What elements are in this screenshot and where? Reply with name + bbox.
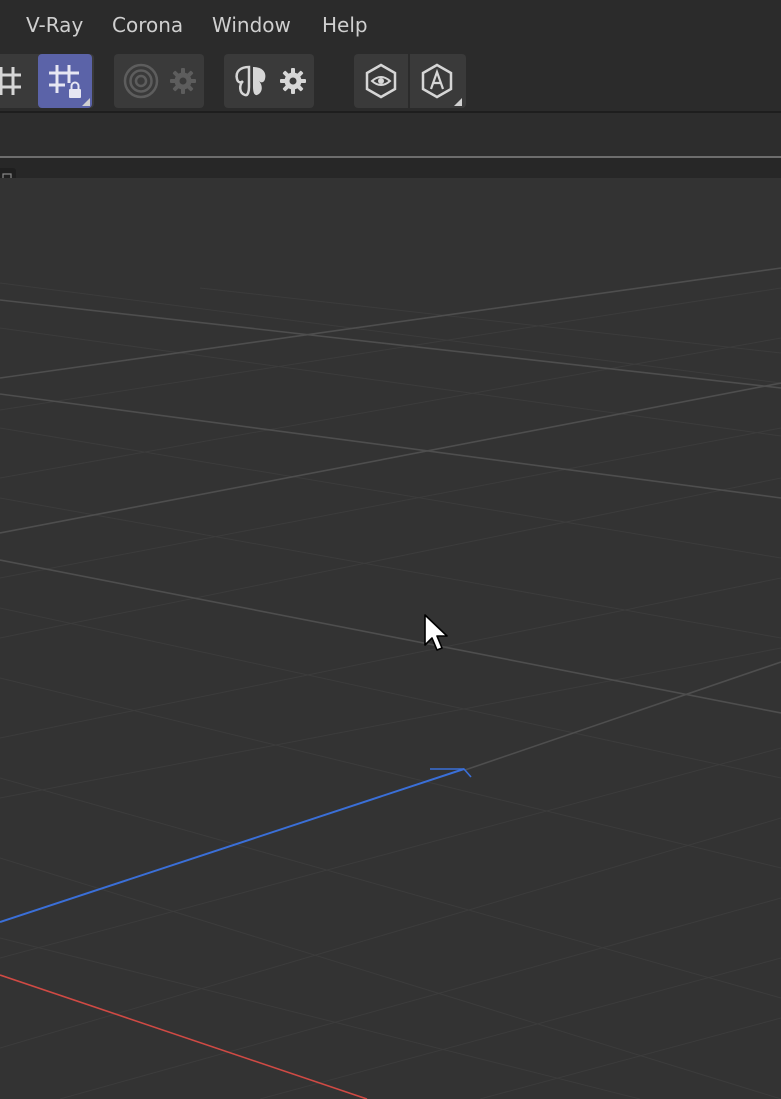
- symmetry-button[interactable]: [224, 54, 278, 108]
- menu-corona[interactable]: Corona: [112, 12, 183, 38]
- menu-help[interactable]: Help: [322, 12, 368, 38]
- radial-target-button[interactable]: [114, 54, 168, 108]
- menu-vray[interactable]: V-Ray: [26, 12, 83, 38]
- grid-lock-icon: [45, 61, 85, 101]
- gear-icon: [279, 67, 307, 95]
- application-window: V-Ray Corona Window Help: [0, 0, 781, 1099]
- hexagon-eye-icon: [362, 62, 400, 100]
- dropdown-corner-icon: [82, 98, 90, 106]
- 3d-viewport[interactable]: [0, 178, 781, 1099]
- z-axis-line: [0, 768, 465, 923]
- menu-bar: V-Ray Corona Window Help: [0, 0, 781, 50]
- gear-icon: [169, 67, 197, 95]
- viewport-header: [0, 158, 781, 178]
- auto-button[interactable]: [410, 54, 464, 108]
- mouse-cursor-icon: [424, 614, 450, 658]
- perspective-grid: [0, 267, 781, 1099]
- radial-target-icon: [122, 62, 160, 100]
- toolbar-group-view: [354, 54, 466, 108]
- symmetry-settings-button[interactable]: [272, 54, 314, 108]
- menu-window[interactable]: Window: [212, 12, 291, 38]
- toolbar-group-snap: [0, 54, 94, 108]
- grid-lock-button[interactable]: [38, 54, 92, 108]
- secondary-toolbar: [0, 113, 781, 157]
- view-visibility-button[interactable]: [354, 54, 408, 108]
- hexagon-a-icon: [418, 62, 456, 100]
- toolbar-group-radial: [114, 54, 204, 108]
- toolbar-group-symmetry: [224, 54, 314, 108]
- radial-settings-button[interactable]: [162, 54, 204, 108]
- butterfly-symmetry-icon: [231, 61, 271, 101]
- grid-snap-button[interactable]: [0, 54, 34, 108]
- grid-snap-icon: [0, 63, 25, 99]
- dropdown-corner-icon: [454, 98, 462, 106]
- toolbar: [0, 50, 781, 112]
